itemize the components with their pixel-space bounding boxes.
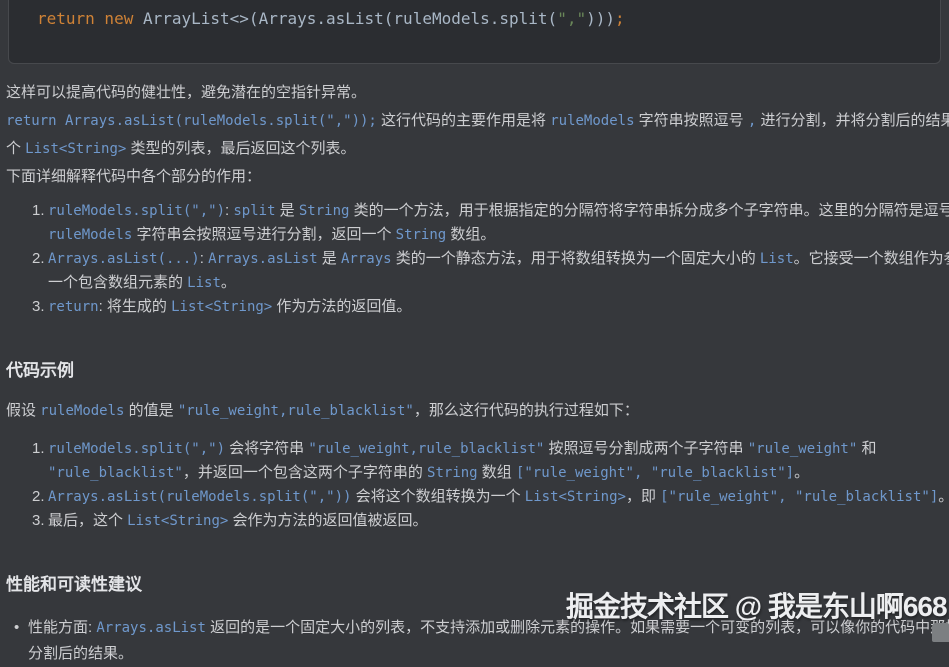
list-item-text: ruleModels.split(",") 会将字符串 "rule_weight… [48, 437, 943, 485]
code-block[interactable]: return new ArrayList<>(Arrays.asList(rul… [8, 0, 941, 64]
explanation-list: 1. ruleModels.split(","): split 是 String… [6, 199, 943, 319]
list-item: 1. ruleModels.split(","): split 是 String… [6, 199, 943, 247]
list-item-text: Arrays.asList(ruleModels.split(",")) 会将这… [48, 485, 943, 509]
list-marker: 2. [32, 485, 45, 508]
list-marker: 3. [32, 295, 45, 318]
scroll-corner-handle[interactable] [932, 623, 949, 642]
list-item-text: 最后，这个 List<String> 会作为方法的返回值被返回。 [48, 509, 943, 533]
code-line: return new ArrayList<>(Arrays.asList(rul… [37, 9, 940, 29]
example-steps-list: 1. ruleModels.split(",") 会将字符串 "rule_wei… [6, 437, 943, 533]
list-item: 2. Arrays.asList(ruleModels.split(",")) … [6, 485, 943, 509]
list-item: 1. ruleModels.split(",") 会将字符串 "rule_wei… [6, 437, 943, 485]
list-item-text: return: 将生成的 List<String> 作为方法的返回值。 [48, 295, 943, 319]
paragraph-code-purpose: return Arrays.asList(ruleModels.split(",… [6, 107, 943, 163]
list-item: 2. Arrays.asList(...): Arrays.asList 是 A… [6, 247, 943, 295]
list-item-text: ruleModels.split(","): split 是 String 类的… [48, 199, 943, 247]
list-item: 3. 最后，这个 List<String> 会作为方法的返回值被返回。 [6, 509, 943, 533]
list-marker: 1. [32, 437, 45, 460]
bullet-marker: • [14, 615, 19, 641]
list-item: 3. return: 将生成的 List<String> 作为方法的返回值。 [6, 295, 943, 319]
answer-page: return new ArrayList<>(Arrays.asList(rul… [0, 0, 949, 667]
list-marker: 3. [32, 509, 45, 532]
paragraph-example-intro: 假设 ruleModels 的值是 "rule_weight,rule_blac… [6, 397, 943, 425]
section-heading-code-example: 代码示例 [6, 361, 943, 381]
paragraph-explain-intro: 下面详细解释代码中各个部分的作用： [6, 163, 943, 191]
paragraph-robustness: 这样可以提高代码的健壮性，避免潜在的空指针异常。 [6, 79, 943, 107]
watermark: 掘金技术社区 @ 我是东山啊668 [566, 585, 947, 625]
list-marker: 1. [32, 199, 45, 222]
list-item-text: Arrays.asList(...): Arrays.asList 是 Arra… [48, 247, 943, 295]
list-marker: 2. [32, 247, 45, 270]
answer-content: 这样可以提高代码的健壮性，避免潜在的空指针异常。 return Arrays.a… [0, 79, 949, 667]
